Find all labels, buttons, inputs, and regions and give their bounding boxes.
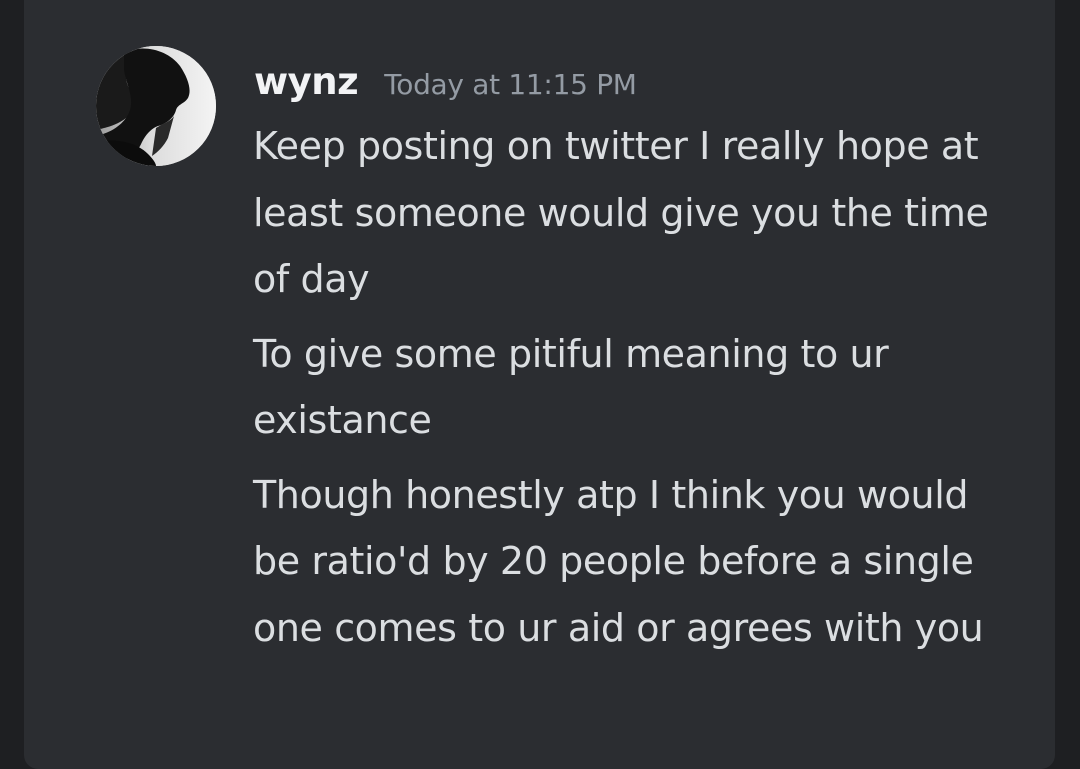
message-text: To give some pitiful meaning to ur exist…: [253, 331, 889, 443]
user-avatar[interactable]: [96, 46, 216, 166]
message-text: Though honestly atp I think you would be…: [253, 472, 984, 650]
avatar-silhouette-icon: [96, 46, 216, 166]
message-text: Keep posting on twitter I really hope at…: [253, 124, 989, 301]
message-list: Keep posting on twitter I really hope at…: [253, 113, 1023, 661]
timestamp[interactable]: Today at 11:15 PM: [384, 68, 637, 101]
message-header: wynz Today at 11:15 PM: [254, 60, 637, 110]
username[interactable]: wynz: [254, 60, 359, 103]
